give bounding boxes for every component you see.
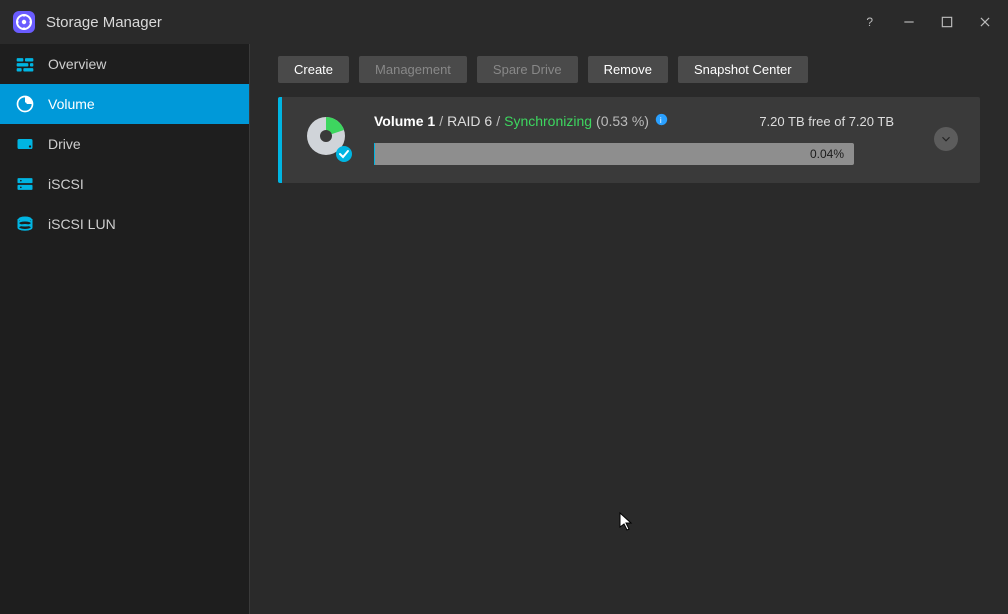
- window-controls: ?: [860, 11, 996, 33]
- sidebar: Overview Volume Drive: [0, 44, 250, 614]
- app-icon: [12, 10, 36, 34]
- window-titlebar: Storage Manager ?: [0, 0, 1008, 44]
- window-title: Storage Manager: [46, 14, 860, 31]
- svg-text:i: i: [660, 116, 662, 125]
- sidebar-item-drive[interactable]: Drive: [0, 124, 249, 164]
- drive-icon: [14, 133, 36, 155]
- remove-button[interactable]: Remove: [588, 56, 668, 83]
- sidebar-item-iscsi[interactable]: iSCSI: [0, 164, 249, 204]
- volume-name: Volume 1: [374, 113, 435, 129]
- management-button: Management: [359, 56, 467, 83]
- volume-body: Volume 1 / RAID 6 / Synchronizing (0.53 …: [374, 113, 920, 165]
- help-icon[interactable]: ?: [860, 11, 882, 33]
- sidebar-item-label: iSCSI LUN: [48, 216, 116, 232]
- sidebar-item-volume[interactable]: Volume: [0, 84, 249, 124]
- volume-status-pct: (0.53 %): [596, 113, 649, 129]
- create-button[interactable]: Create: [278, 56, 349, 83]
- volume-free: 7.20 TB free of 7.20 TB: [759, 114, 894, 129]
- usage-progress: 0.04%: [374, 143, 854, 165]
- volume-card[interactable]: Volume 1 / RAID 6 / Synchronizing (0.53 …: [278, 97, 980, 183]
- snapshot-center-button[interactable]: Snapshot Center: [678, 56, 808, 83]
- main-content: Create Management Spare Drive Remove Sna…: [250, 44, 1008, 614]
- sidebar-item-label: Drive: [48, 136, 81, 152]
- minimize-icon[interactable]: [898, 11, 920, 33]
- toolbar: Create Management Spare Drive Remove Sna…: [278, 56, 980, 83]
- maximize-icon[interactable]: [936, 11, 958, 33]
- separator: /: [439, 113, 443, 129]
- info-icon[interactable]: i: [655, 113, 668, 129]
- volume-disk-icon: [304, 114, 354, 164]
- sidebar-item-label: Overview: [48, 56, 106, 72]
- volume-icon: [14, 93, 36, 115]
- iscsi-lun-icon: [14, 213, 36, 235]
- iscsi-icon: [14, 173, 36, 195]
- usage-label: 0.04%: [810, 147, 844, 161]
- spare-drive-button: Spare Drive: [477, 56, 578, 83]
- sidebar-item-label: Volume: [48, 96, 95, 112]
- svg-text:?: ?: [866, 15, 873, 29]
- sidebar-item-label: iSCSI: [48, 176, 84, 192]
- expand-icon[interactable]: [934, 127, 958, 151]
- overview-icon: [14, 53, 36, 75]
- volume-status: Synchronizing: [504, 113, 592, 129]
- close-icon[interactable]: [974, 11, 996, 33]
- volume-raid: RAID 6: [447, 113, 492, 129]
- separator: /: [496, 113, 500, 129]
- volume-header: Volume 1 / RAID 6 / Synchronizing (0.53 …: [374, 113, 920, 129]
- sidebar-item-iscsi-lun[interactable]: iSCSI LUN: [0, 204, 249, 244]
- sidebar-item-overview[interactable]: Overview: [0, 44, 249, 84]
